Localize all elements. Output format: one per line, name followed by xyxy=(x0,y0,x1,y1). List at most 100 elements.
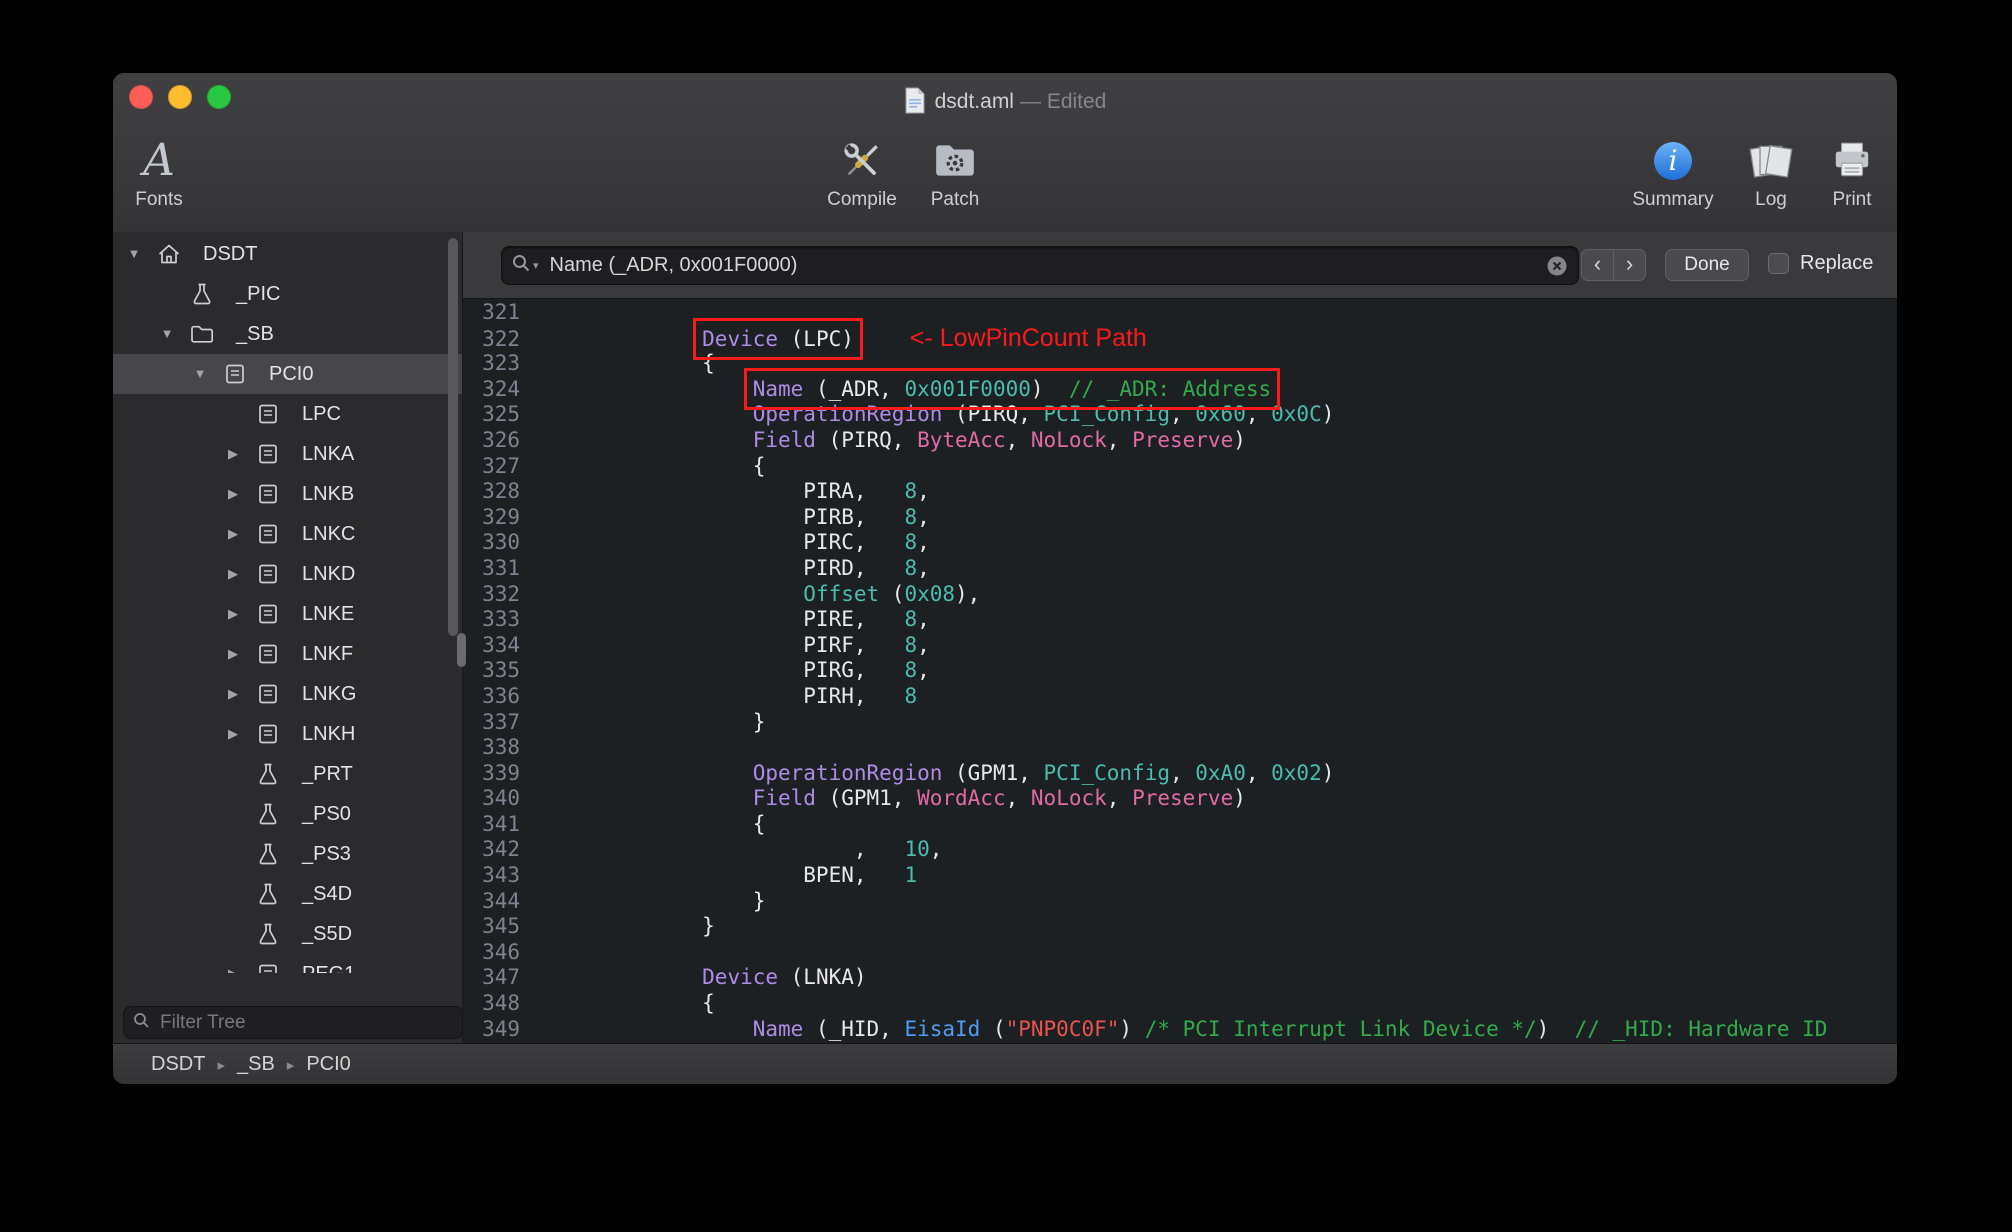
tree-item-label: _S4D xyxy=(302,883,353,905)
disclosure-closed-icon[interactable]: ▶ xyxy=(220,674,246,714)
line-number: 346 xyxy=(482,939,520,964)
method-icon xyxy=(255,921,281,947)
tree-item-_PS0[interactable]: _PS0 xyxy=(113,794,462,834)
breadcrumb-item-PCI0[interactable]: PCI0 xyxy=(306,1053,350,1075)
disclosure-open-icon[interactable]: ▼ xyxy=(187,354,213,394)
code-text: { xyxy=(601,991,715,1016)
clear-search-icon[interactable] xyxy=(1546,255,1568,277)
line-number: 343 xyxy=(482,863,520,888)
fonts-icon: A xyxy=(143,135,175,186)
done-button[interactable]: Done xyxy=(1665,249,1749,281)
tree-item-_PS3[interactable]: _PS3 xyxy=(113,834,462,874)
code-line: 325 OperationRegion (PIRQ, PCI_Config, 0… xyxy=(463,402,1897,428)
tree-item-LNKA[interactable]: ▶ LNKA xyxy=(113,434,462,474)
code-line: 327 { xyxy=(463,454,1897,480)
code-text: Field (PIRQ, ByteAcc, NoLock, Preserve) xyxy=(752,427,1246,452)
line-number: 348 xyxy=(482,991,520,1016)
dsdt-tree[interactable]: ▼ DSDT _PIC ▼ _SB ▼ PCI0 LPC ▶ LNKA ▶ LNKB ▶ LNKC ▶ LNK… xyxy=(113,232,462,973)
code-text: PIRB, 8, xyxy=(601,504,930,529)
tree-item-PEG1[interactable]: ▶ PEG1 xyxy=(113,954,462,973)
disclosure-closed-icon[interactable]: ▶ xyxy=(220,634,246,674)
line-number: 325 xyxy=(482,402,520,427)
find-previous-button[interactable]: ‹ xyxy=(1581,249,1614,281)
patch-button[interactable]: Patch xyxy=(895,133,1015,211)
tree-item-_SB[interactable]: ▼ _SB xyxy=(113,314,462,354)
breadcrumb-separator-icon: ▸ xyxy=(286,1056,295,1074)
code-text: } xyxy=(601,914,715,939)
fonts-button[interactable]: A Fonts xyxy=(113,133,219,211)
code-text: PIRG, 8, xyxy=(601,658,930,683)
disclosure-closed-icon[interactable]: ▶ xyxy=(220,514,246,554)
tree-item-LNKH[interactable]: ▶ LNKH xyxy=(113,714,462,754)
edited-badge: — Edited xyxy=(1019,90,1107,113)
disclosure-closed-icon[interactable]: ▶ xyxy=(220,594,246,634)
tree-item-LNKE[interactable]: ▶ LNKE xyxy=(113,594,462,634)
code-line: 326 Field (PIRQ, ByteAcc, NoLock, Preser… xyxy=(463,428,1897,454)
tree-item-label: LNKB xyxy=(302,483,355,505)
line-number: 328 xyxy=(482,479,520,504)
tree-item-PCI0[interactable]: ▼ PCI0 xyxy=(113,354,462,394)
disclosure-closed-icon[interactable]: ▶ xyxy=(220,954,246,973)
line-number: 339 xyxy=(482,760,520,785)
tree-item-LNKB[interactable]: ▶ LNKB xyxy=(113,474,462,514)
line-number: 322 xyxy=(482,326,520,351)
code-line: 347 Device (LNKA) xyxy=(463,965,1897,991)
code-text: Field (GPM1, WordAcc, NoLock, Preserve) xyxy=(752,786,1246,811)
tree-item-label: LNKG xyxy=(302,683,357,705)
disclosure-closed-icon[interactable]: ▶ xyxy=(220,474,246,514)
code-text: PIRF, 8, xyxy=(601,632,930,657)
breadcrumb-item-_SB[interactable]: _SB xyxy=(237,1053,275,1075)
code-line: 343 BPEN, 1 xyxy=(463,863,1897,889)
tree-item-_PIC[interactable]: _PIC xyxy=(113,274,462,314)
tree-item-LNKD[interactable]: ▶ LNKD xyxy=(113,554,462,594)
tree-item-_S4D[interactable]: _S4D xyxy=(113,874,462,914)
disclosure-closed-icon[interactable]: ▶ xyxy=(220,714,246,754)
disclosure-open-icon[interactable]: ▼ xyxy=(154,314,180,354)
tree-item-LNKG[interactable]: ▶ LNKG xyxy=(113,674,462,714)
tree-item-label: LNKE xyxy=(302,603,355,625)
find-bar: ▾ ‹ › Done Replace xyxy=(463,232,1897,299)
method-icon xyxy=(189,281,215,307)
tree-item-_PRT[interactable]: _PRT xyxy=(113,754,462,794)
filter-tree-field[interactable] xyxy=(123,1006,463,1039)
code-text: BPEN, 1 xyxy=(601,863,918,888)
tree-item-DSDT[interactable]: ▼ DSDT xyxy=(113,234,462,274)
sidebar-scrollbar-thumb[interactable] xyxy=(448,238,458,636)
line-number: 344 xyxy=(482,888,520,913)
find-field[interactable]: ▾ xyxy=(501,246,1579,285)
replace-checkbox[interactable] xyxy=(1768,253,1789,274)
disclosure-closed-icon[interactable]: ▶ xyxy=(220,434,246,474)
tree-item-_S5D[interactable]: _S5D xyxy=(113,914,462,954)
code-editor[interactable]: 321 322 Device (LPC) <- LowPinCount Path 32… xyxy=(463,298,1897,1043)
pane-splitter-handle[interactable] xyxy=(457,633,466,667)
print-button[interactable]: Print xyxy=(1792,133,1897,211)
breadcrumb-separator-icon: ▸ xyxy=(217,1056,225,1074)
line-number: 329 xyxy=(482,504,520,529)
code-text: PIRC, 8, xyxy=(601,530,930,555)
tree-item-LNKF[interactable]: ▶ LNKF xyxy=(113,634,462,674)
tree-item-LPC[interactable]: LPC xyxy=(113,394,462,434)
search-scope-chevron-icon[interactable]: ▾ xyxy=(533,259,539,272)
replace-label: Replace xyxy=(1800,252,1874,274)
code-line: 328 PIRA, 8, xyxy=(463,479,1897,505)
code-line: 331 PIRD, 8, xyxy=(463,556,1897,582)
code-text: OperationRegion (GPM1, PCI_Config, 0xA0,… xyxy=(752,760,1335,785)
breadcrumb-item-DSDT[interactable]: DSDT xyxy=(151,1053,205,1075)
code-text: , 10, xyxy=(601,837,943,862)
disclosure-closed-icon[interactable]: ▶ xyxy=(220,554,246,594)
editor-pane: ▾ ‹ › Done Replace 321322 Device (LPC)<- xyxy=(463,232,1897,1043)
method-icon xyxy=(255,761,281,787)
device-icon xyxy=(255,521,281,547)
annotation-highlight-box: Device (LPC) xyxy=(693,317,863,360)
maciasl-window: dsdt.aml — Edited A Fonts Compile Patch … xyxy=(113,73,1897,1084)
code-line: 334 PIRF, 8, xyxy=(463,633,1897,659)
document-icon xyxy=(904,87,926,120)
disclosure-open-icon[interactable]: ▼ xyxy=(121,234,147,274)
find-next-button[interactable]: › xyxy=(1613,249,1646,281)
find-input[interactable] xyxy=(547,253,1546,278)
filter-tree-input[interactable] xyxy=(158,1010,453,1035)
tree-item-LNKC[interactable]: ▶ LNKC xyxy=(113,514,462,554)
code-line: 322 Device (LPC) <- LowPinCount Path xyxy=(463,317,1897,360)
